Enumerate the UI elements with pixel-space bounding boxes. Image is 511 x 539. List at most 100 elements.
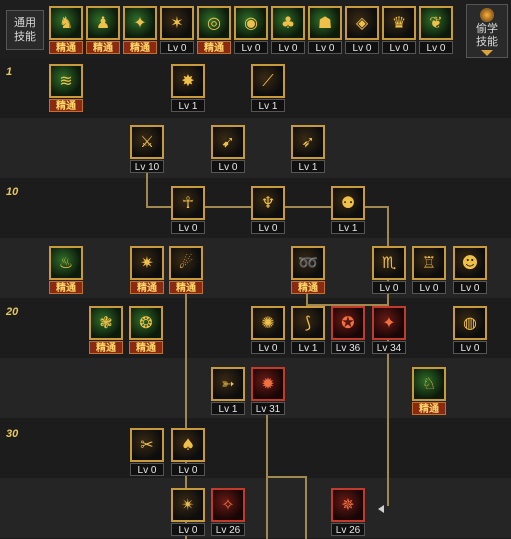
- skill-caption: 精通: [89, 341, 123, 354]
- tree-connector: [305, 476, 307, 539]
- tree-skill[interactable]: ⟆ Lv 1: [291, 306, 325, 354]
- skill-caption: 精通: [130, 281, 164, 294]
- skill-icon: ✪: [331, 306, 365, 340]
- tree-skill[interactable]: ♘ 精通: [412, 367, 446, 415]
- skill-icon: ◈: [345, 6, 379, 40]
- skill-icon: ♆: [251, 186, 285, 220]
- tree-skill[interactable]: ♠ Lv 0: [171, 428, 205, 476]
- skill-caption: Lv 0: [453, 341, 487, 354]
- skill-icon: ☻: [453, 246, 487, 280]
- skill-icon: ➶: [291, 125, 325, 159]
- skill-icon: ✹: [251, 367, 285, 401]
- general-skill-1[interactable]: ♞ 精通: [49, 6, 83, 54]
- skill-caption: 精通: [123, 41, 157, 54]
- tree-skill[interactable]: ➶ Lv 1: [291, 125, 325, 173]
- general-skill-8[interactable]: ☗ Lv 0: [308, 6, 342, 54]
- scroll-arrow-icon[interactable]: [378, 505, 384, 513]
- tree-skill[interactable]: ✴ Lv 0: [171, 488, 205, 536]
- skill-caption: 精通: [129, 341, 163, 354]
- tree-skill[interactable]: ♨ 精通: [49, 246, 83, 294]
- general-skill-3[interactable]: ✦ 精通: [123, 6, 157, 54]
- tree-skill[interactable]: ✧ Lv 26: [211, 488, 245, 536]
- skill-icon: ❃: [89, 306, 123, 340]
- tree-skill[interactable]: ◍ Lv 0: [453, 306, 487, 354]
- skill-caption: Lv 26: [211, 523, 245, 536]
- tree-skill[interactable]: ✦ Lv 34: [372, 306, 406, 354]
- skill-caption: Lv 34: [372, 341, 406, 354]
- skill-icon: ♠: [171, 428, 205, 462]
- skill-icon: ◎: [197, 6, 231, 40]
- tree-connector: [266, 476, 306, 478]
- level-marker: 30: [6, 428, 19, 440]
- tree-skill[interactable]: ♖ Lv 0: [412, 246, 446, 294]
- tree-skill[interactable]: ➳ Lv 1: [211, 367, 245, 415]
- skill-icon: ❦: [419, 6, 453, 40]
- steal-skills-icon: [480, 8, 494, 22]
- skill-caption: 精通: [49, 99, 83, 112]
- tree-skill[interactable]: ❂ 精通: [129, 306, 163, 354]
- skill-icon: ➳: [211, 367, 245, 401]
- general-skill-7[interactable]: ♣ Lv 0: [271, 6, 305, 54]
- tree-skill[interactable]: ⚉ Lv 1: [331, 186, 365, 234]
- skill-icon: ✧: [211, 488, 245, 522]
- skill-caption: Lv 1: [251, 99, 285, 112]
- tree-skill[interactable]: ✂ Lv 0: [130, 428, 164, 476]
- general-skill-2[interactable]: ♟ 精通: [86, 6, 120, 54]
- tree-skill[interactable]: ♆ Lv 0: [251, 186, 285, 234]
- general-skills-tab[interactable]: 通用 技能: [6, 10, 44, 50]
- skill-icon: ♛: [382, 6, 416, 40]
- skill-caption: Lv 0: [308, 41, 342, 54]
- tree-skill[interactable]: ✪ Lv 36: [331, 306, 365, 354]
- tree-skill[interactable]: ☥ Lv 0: [171, 186, 205, 234]
- general-skill-4[interactable]: ✶ Lv 0: [160, 6, 194, 54]
- skill-caption: 精通: [49, 41, 83, 54]
- skill-caption: Lv 0: [160, 41, 194, 54]
- skill-icon: ✷: [130, 246, 164, 280]
- general-skill-9[interactable]: ◈ Lv 0: [345, 6, 379, 54]
- skill-icon: ❂: [129, 306, 163, 340]
- tree-connector: [266, 410, 268, 539]
- skill-icon: ⚔: [130, 125, 164, 159]
- level-row: [0, 418, 511, 478]
- skill-icon: ♘: [412, 367, 446, 401]
- skill-icon: ♞: [49, 6, 83, 40]
- skill-caption: 精通: [197, 41, 231, 54]
- skill-caption: Lv 0: [171, 221, 205, 234]
- skill-caption: Lv 1: [211, 402, 245, 415]
- general-skill-6[interactable]: ◉ Lv 0: [234, 6, 268, 54]
- tree-skill[interactable]: ✸ Lv 1: [171, 64, 205, 112]
- tree-skill[interactable]: ❃ 精通: [89, 306, 123, 354]
- skill-icon: ◉: [234, 6, 268, 40]
- skill-caption: Lv 0: [130, 463, 164, 476]
- skill-tree-window: 通用 技能 ♞ 精通 ♟ 精通 ✦ 精通 ✶ Lv 0 ◎ 精通 ◉ Lv 0 …: [0, 0, 511, 539]
- skill-icon: ⚉: [331, 186, 365, 220]
- tree-skill[interactable]: ✺ Lv 0: [251, 306, 285, 354]
- skill-caption: Lv 10: [130, 160, 164, 173]
- skill-icon: ✵: [331, 488, 365, 522]
- level-marker: 20: [6, 306, 19, 318]
- skill-caption: Lv 0: [345, 41, 379, 54]
- general-skill-10[interactable]: ♛ Lv 0: [382, 6, 416, 54]
- tree-skill[interactable]: ✹ Lv 31: [251, 367, 285, 415]
- tree-skill[interactable]: ⚔ Lv 10: [130, 125, 164, 173]
- tree-skill[interactable]: ☄ 精通: [169, 246, 203, 294]
- tree-skill[interactable]: ☻ Lv 0: [453, 246, 487, 294]
- tree-skill[interactable]: ✷ 精通: [130, 246, 164, 294]
- skill-caption: 精通: [291, 281, 325, 294]
- skill-icon: ✺: [251, 306, 285, 340]
- level-row: [0, 118, 511, 178]
- general-skill-11[interactable]: ❦ Lv 0: [419, 6, 453, 54]
- tree-skill[interactable]: ➿ 精通: [291, 246, 325, 294]
- general-skill-5[interactable]: ◎ 精通: [197, 6, 231, 54]
- steal-skills-label: 偷学 技能: [476, 23, 498, 48]
- skill-caption: Lv 0: [234, 41, 268, 54]
- tree-skill[interactable]: ♏ Lv 0: [372, 246, 406, 294]
- skill-caption: Lv 1: [291, 160, 325, 173]
- skill-caption: Lv 0: [211, 160, 245, 173]
- tree-skill[interactable]: ⟋ Lv 1: [251, 64, 285, 112]
- tree-skill[interactable]: ✵ Lv 26: [331, 488, 365, 536]
- tree-skill[interactable]: ≋ 精通: [49, 64, 83, 112]
- steal-skills-button[interactable]: 偷学 技能: [466, 4, 508, 58]
- skill-icon: ✴: [171, 488, 205, 522]
- tree-skill[interactable]: ➹ Lv 0: [211, 125, 245, 173]
